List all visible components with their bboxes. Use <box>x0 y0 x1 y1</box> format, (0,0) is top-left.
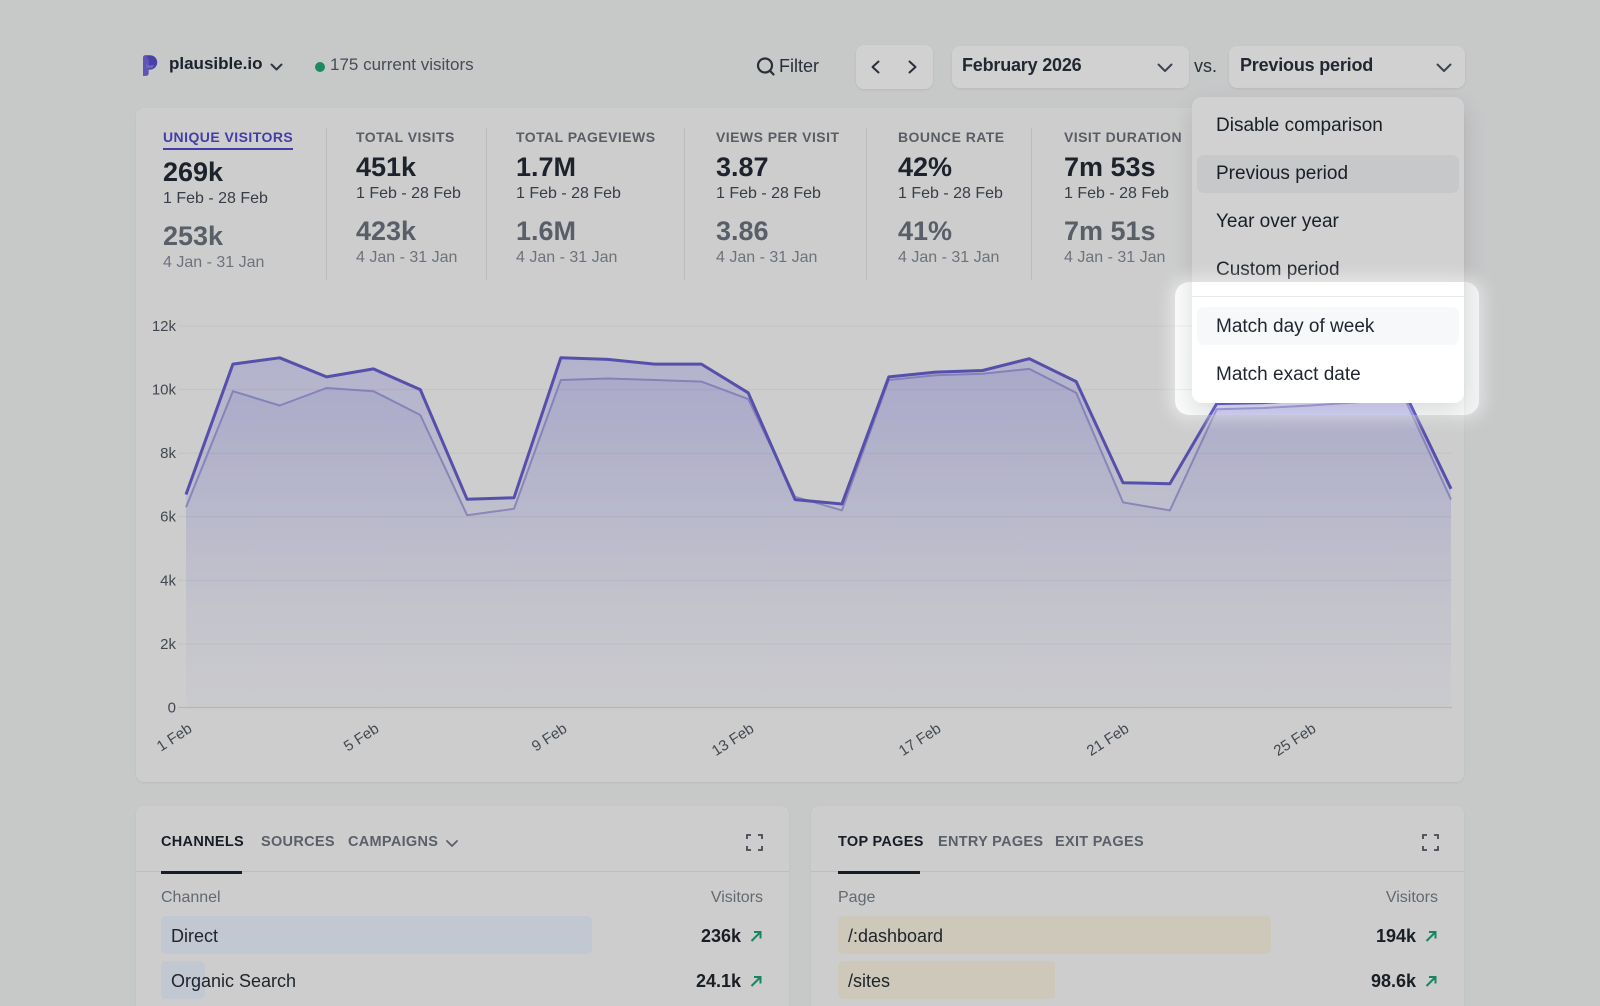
svg-text:6k: 6k <box>160 509 176 526</box>
svg-text:21 Feb: 21 Feb <box>1084 720 1132 760</box>
svg-text:1 Feb: 1 Feb <box>154 720 195 755</box>
svg-text:5 Feb: 5 Feb <box>341 720 382 755</box>
svg-text:10k: 10k <box>152 382 177 399</box>
svg-text:17 Feb: 17 Feb <box>896 720 944 760</box>
svg-text:12k: 12k <box>152 318 177 335</box>
svg-text:4k: 4k <box>160 572 176 589</box>
svg-text:8k: 8k <box>160 445 176 462</box>
svg-text:13 Feb: 13 Feb <box>709 720 757 760</box>
svg-text:0: 0 <box>168 700 176 717</box>
svg-text:9 Feb: 9 Feb <box>529 720 570 755</box>
svg-text:25 Feb: 25 Feb <box>1271 720 1319 760</box>
svg-text:2k: 2k <box>160 636 176 653</box>
